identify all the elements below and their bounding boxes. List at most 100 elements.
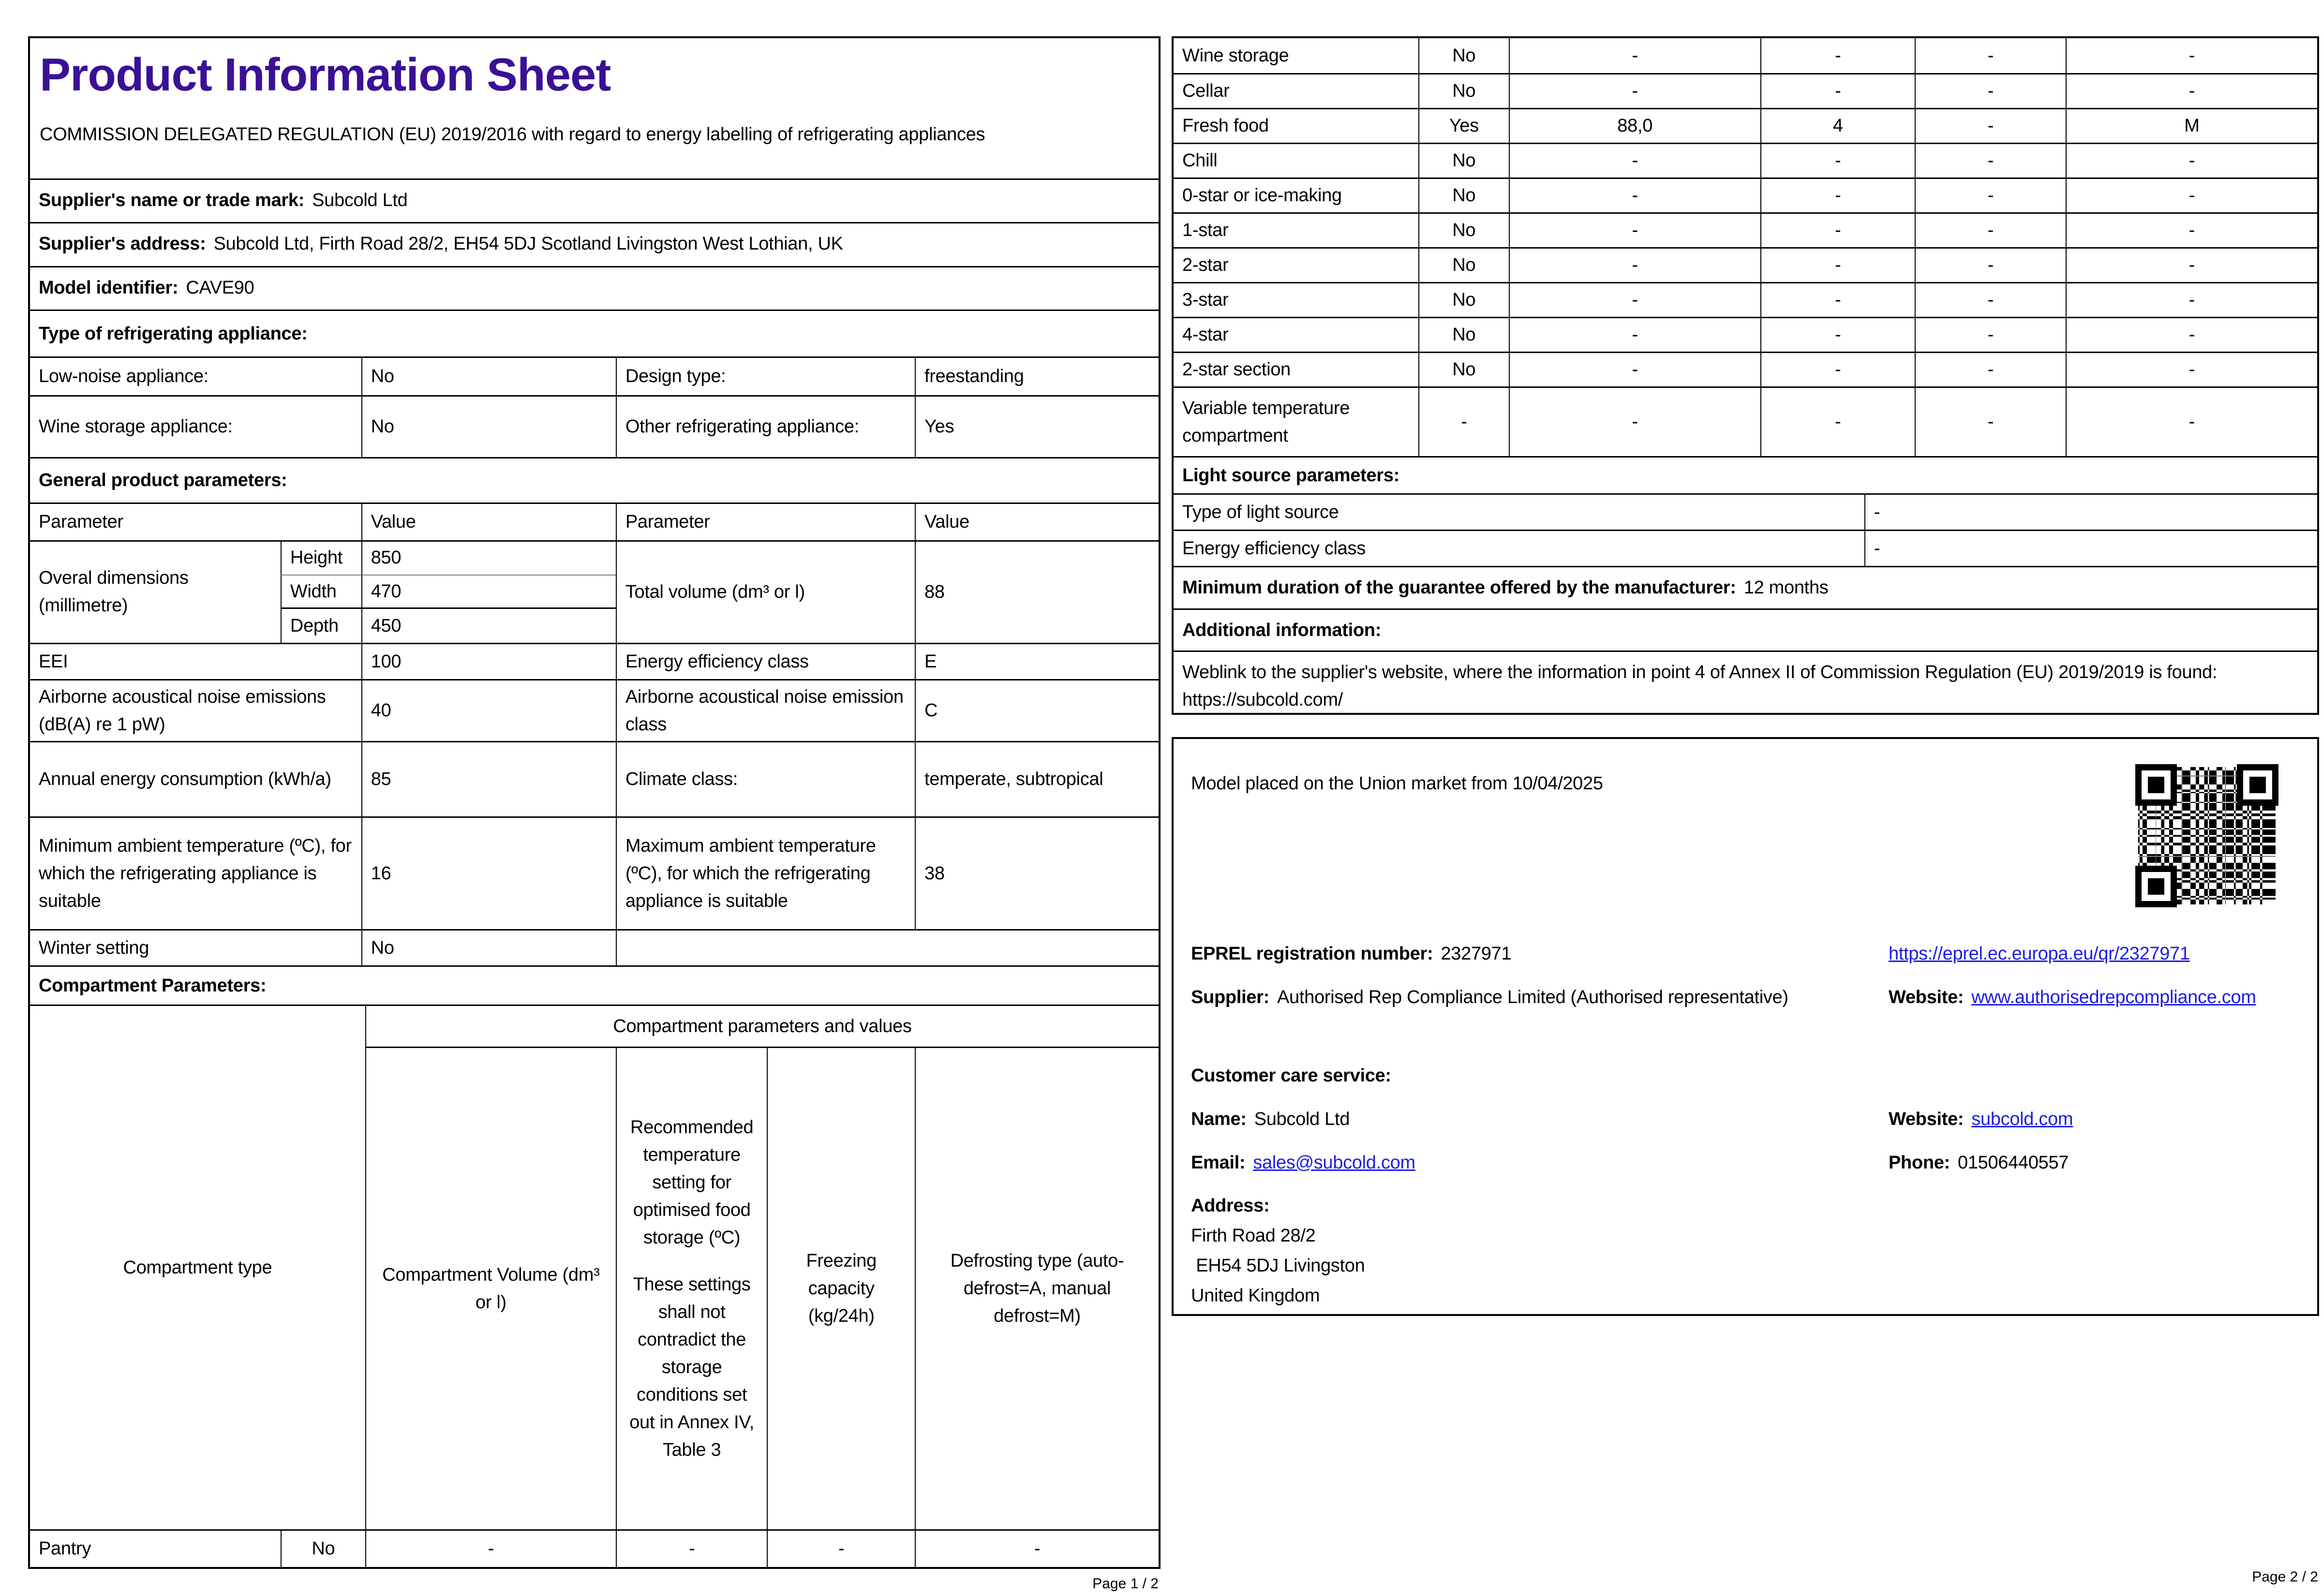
column-header: Recommended temperature setting for opti… <box>615 1048 767 1529</box>
compartment-heading-row: Compartment Parameters: <box>30 965 1159 1005</box>
compartment-temperature: - <box>1760 214 1915 247</box>
compartment-freezing: - <box>1914 74 2066 108</box>
compartment-freezing: - <box>1914 283 2066 317</box>
table-row: Type of light source - <box>1174 493 2317 530</box>
page-1-footer: Page 1 / 2 <box>1092 1576 1159 1592</box>
compartment-present: No <box>1418 38 1509 73</box>
model-identifier-value: CAVE90 <box>186 278 254 298</box>
eprel-row: EPREL registration number: 2327971 <box>1191 940 1512 968</box>
param-value: E <box>915 644 1159 679</box>
param-label: Type of light source <box>1182 502 1339 522</box>
table-row: Energy efficiency class - <box>1174 530 2317 566</box>
param-value: No <box>361 358 616 395</box>
table-row: Pantry No - - - - <box>30 1529 1159 1567</box>
compartment-name: Cellar <box>1182 81 1230 101</box>
care-website-link[interactable]: subcold.com <box>1971 1109 2073 1129</box>
param-label: Overal dimensions (millimetre) <box>39 568 189 616</box>
param-value: Yes <box>915 397 1159 457</box>
param-value: 88 <box>915 542 1159 643</box>
compartment-name: Variable temperature compartment <box>1182 398 1350 446</box>
weblink-text: Weblink to the supplier's website, where… <box>1182 662 2218 682</box>
table-row: Minimum ambient temperature (ºC), for wh… <box>30 816 1159 929</box>
table-row: 2-star No - - - - <box>1174 247 2317 282</box>
param-label: Total volume (dm³ or l) <box>615 542 915 643</box>
guarantee-value: 12 months <box>1743 577 1829 598</box>
dimension-key: Width <box>280 575 361 609</box>
compartment-name: Pantry <box>39 1538 91 1559</box>
table-row: Annual energy consumption (kWh/a) 85 Cli… <box>30 741 1159 816</box>
table-row: 2-star section No - - - - <box>1174 352 2317 386</box>
compartment-temperature: - <box>1760 144 1915 177</box>
table-row: Fresh food Yes 88,0 4 - M <box>1174 108 2317 143</box>
param-label: Winter setting <box>39 937 149 958</box>
compartment-temperature: - <box>1760 38 1915 73</box>
compartment-volume: - <box>1508 214 1760 247</box>
compartment-defrost: - <box>2065 249 2317 282</box>
param-value: - <box>1864 531 2317 566</box>
compartment-volume: - <box>1508 249 1760 282</box>
qr-finder-top-right <box>2237 764 2278 806</box>
table-row: Wine storage appliance: No Other refrige… <box>30 395 1159 457</box>
compartment-freezing: - <box>1914 38 2066 73</box>
compartment-temperature: 4 <box>1760 109 1915 143</box>
document-canvas: { "colors": { "title": "#3a1096", "link"… <box>0 0 2322 1596</box>
table-row: 4-star No - - - - <box>1174 317 2317 352</box>
compartment-volume: - <box>1508 179 1760 212</box>
type-heading: Type of refrigerating appliance: <box>39 323 308 344</box>
general-heading: General product parameters: <box>39 470 287 490</box>
table-row: Variable temperature compartment - - - -… <box>1174 386 2317 456</box>
supplier-address-row: Supplier's address: Subcold Ltd, Firth Ro… <box>30 222 1159 266</box>
dimension-key: Depth <box>280 609 361 643</box>
market-box-inner: Model placed on the Union market from 10… <box>1174 739 2317 1314</box>
compartment-temperature: - <box>1760 283 1915 317</box>
guarantee-label: Minimum duration of the guarantee offere… <box>1182 577 1736 598</box>
qr-finder-bottom-left <box>2135 866 2177 907</box>
param-label: Energy efficiency class <box>1182 538 1366 559</box>
model-identifier-label: Model identifier: <box>39 278 179 298</box>
table-row: EEI 100 Energy efficiency class E <box>30 643 1159 679</box>
page-1: Product Information Sheet COMMISSION DEL… <box>28 36 1161 1569</box>
column-header-line: Recommended temperature setting for opti… <box>630 1117 754 1248</box>
table-row: 3-star No - - - - <box>1174 282 2317 317</box>
param-value: temperate, subtropical <box>915 742 1159 816</box>
address-line: EH54 5DJ Livingston <box>1191 1256 1365 1276</box>
care-name-row: Name: Subcold Ltd <box>1191 1106 1350 1133</box>
eprel-link[interactable]: https://eprel.ec.europa.eu/qr/2327971 <box>1889 944 2190 964</box>
param-label: EEI <box>39 651 68 672</box>
param-value: 40 <box>361 680 616 741</box>
compartment-heading: Compartment Parameters: <box>39 975 267 996</box>
additional-heading: Additional information: <box>1182 620 1382 640</box>
compartment-defrost: - <box>2065 283 2317 317</box>
model-identifier-cell: Model identifier: CAVE90 <box>30 267 1159 310</box>
compartment-temperature: - <box>1760 74 1915 108</box>
param-label: Annual energy consumption (kWh/a) <box>39 769 331 789</box>
qr-finder-top-left <box>2135 764 2177 806</box>
customer-care-heading: Customer care service: <box>1191 1065 1391 1086</box>
compartment-name: 1-star <box>1182 220 1229 240</box>
param-label: Climate class: <box>615 742 915 816</box>
compartment-name: 4-star <box>1182 325 1229 345</box>
compartment-freezing: - <box>1914 318 2066 352</box>
compartment-present: No <box>1418 74 1509 108</box>
page-2-footer: Page 2 / 2 <box>2252 1569 2318 1585</box>
compartment-freezing: - <box>767 1531 915 1567</box>
param-value: 100 <box>361 644 616 679</box>
dimension-value: 470 <box>361 575 616 609</box>
care-email-link[interactable]: sales@subcold.com <box>1253 1153 1415 1173</box>
column-header: Parameter <box>615 504 915 540</box>
param-value: C <box>915 680 1159 741</box>
compartment-name: Wine storage <box>1182 45 1289 66</box>
compartment-name: 2-star <box>1182 255 1229 275</box>
compartment-temperature: - <box>1760 318 1915 352</box>
supplier-address-label: Supplier's address: <box>39 234 206 254</box>
param-value: No <box>361 397 616 457</box>
qr-code <box>2135 764 2278 907</box>
additional-heading-row: Additional information: <box>1174 608 2317 650</box>
guarantee-cell: Minimum duration of the guarantee offere… <box>1174 567 2317 608</box>
compartment-present: No <box>1418 283 1509 317</box>
dimensions-row: Overal dimensions (millimetre) Height 85… <box>30 540 1159 643</box>
supplier-website-link[interactable]: www.authorisedrepcompliance.com <box>1971 987 2256 1007</box>
table-row: Wine storage No - - - - <box>1174 38 2317 73</box>
compartment-volume: - <box>365 1531 616 1567</box>
supplier-row: Supplier: Authorised Rep Compliance Limit… <box>1191 984 1868 1011</box>
